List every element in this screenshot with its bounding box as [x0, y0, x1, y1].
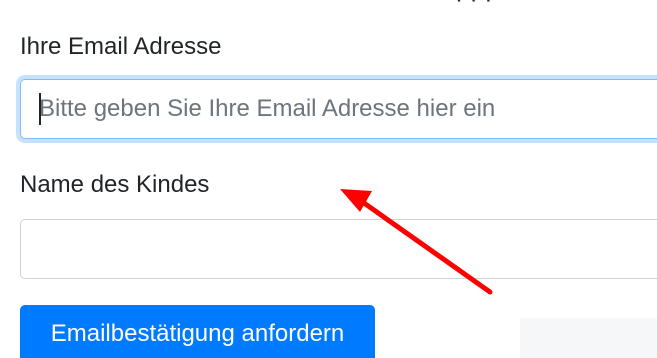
request-email-confirmation-button[interactable]: Emailbestätigung anfordern — [20, 305, 375, 358]
email-label: Ihre Email Adresse — [20, 33, 222, 60]
page: · · · Ihre Email Adresse Name des Kindes… — [0, 0, 657, 358]
annotation-arrow-head — [340, 189, 372, 212]
email-field[interactable] — [20, 79, 657, 139]
child-name-field[interactable] — [20, 219, 657, 279]
background-fade — [520, 318, 657, 358]
truncated-heading-text: · · · — [455, 0, 492, 14]
child-name-label: Name des Kindes — [20, 171, 210, 198]
text-caret — [39, 93, 41, 125]
